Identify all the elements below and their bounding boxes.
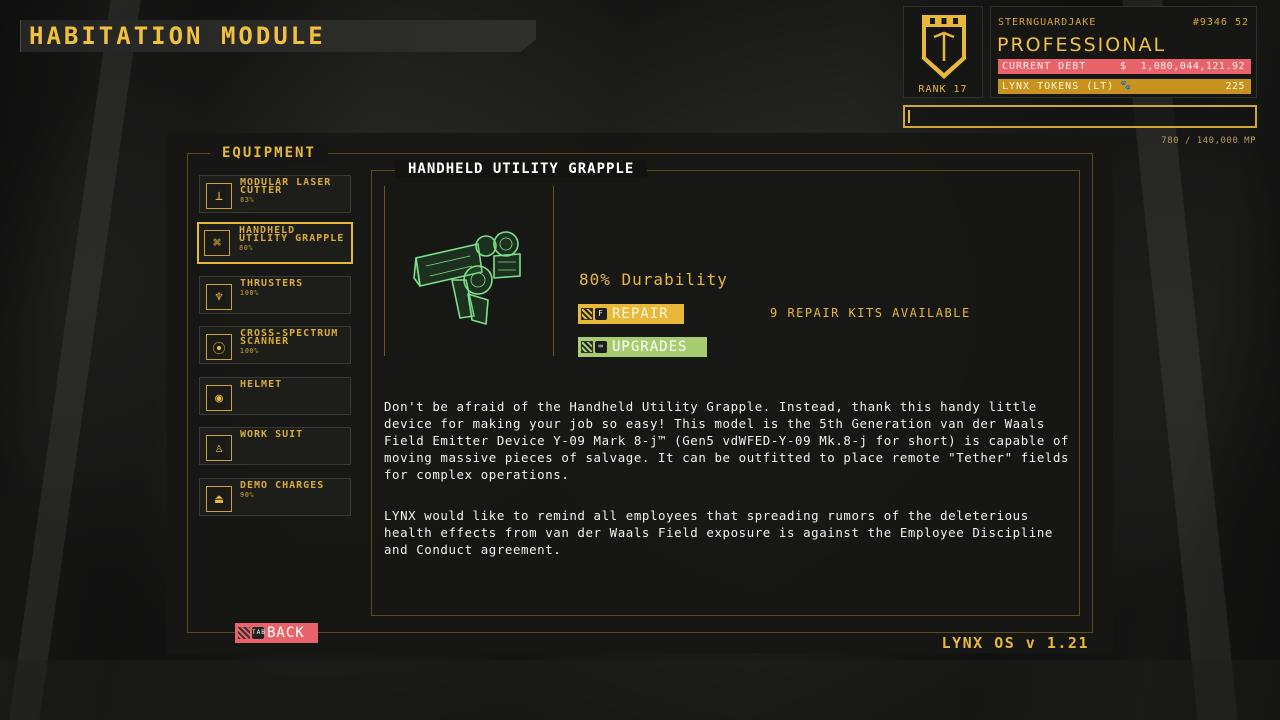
equipment-item[interactable]: ♆ THRUSTERS 100% bbox=[199, 276, 351, 314]
equipment-item-label: WORK SUIT bbox=[240, 429, 350, 440]
equipment-item[interactable]: ⏏ DEMO CHARGES 90% bbox=[199, 478, 351, 516]
item-description: Don't be afraid of the Handheld Utility … bbox=[384, 399, 1070, 482]
work-suit-icon: ♙ bbox=[206, 435, 232, 461]
scanner-icon: ⦿ bbox=[206, 334, 232, 360]
background-beam bbox=[0, 660, 1280, 720]
os-version: LYNX OS v 1.21 bbox=[941, 634, 1089, 652]
equipment-item-name: CROSS-SPECTRUM SCANNER bbox=[240, 328, 339, 347]
equipment-item-durability: 90% bbox=[240, 491, 255, 499]
mp-progress-bar bbox=[903, 105, 1257, 128]
equipment-item[interactable]: ◉ HELMET bbox=[199, 377, 351, 415]
equipment-item-durability: 100% bbox=[240, 289, 259, 297]
tokens-value: 225 bbox=[1225, 81, 1245, 92]
helmet-icon: ◉ bbox=[206, 385, 232, 411]
equipment-heading: EQUIPMENT bbox=[210, 143, 328, 163]
lynx-tokens-row: LYNX TOKENS (LT) 🐾 225 bbox=[998, 79, 1251, 94]
module-title-bar: HABITATION MODULE bbox=[20, 20, 536, 52]
equipment-item-name: THRUSTERS bbox=[240, 278, 304, 289]
controller-glyph-icon bbox=[581, 341, 593, 353]
upgrades-button[interactable]: ⌨ UPGRADES bbox=[578, 337, 707, 357]
paw-icon: 🐾 bbox=[1120, 81, 1132, 91]
controller-glyph-icon bbox=[238, 627, 250, 639]
item-disclaimer: LYNX would like to remind all employees … bbox=[384, 508, 1053, 557]
equipment-item-label: DEMO CHARGES 90% bbox=[240, 480, 350, 500]
module-title: HABITATION MODULE bbox=[29, 22, 326, 50]
controller-glyph-icon bbox=[581, 308, 593, 320]
upgrades-label: UPGRADES bbox=[612, 339, 688, 355]
user-id: #9346 52 bbox=[1192, 17, 1249, 28]
equipment-item[interactable]: ⌘ HANDHELD UTILITY GRAPPLE 80% bbox=[197, 222, 353, 264]
rank-label: RANK 17 bbox=[918, 84, 968, 95]
mp-progress-text: 780 / 140,000 MP bbox=[1161, 136, 1256, 146]
repair-kits-count: 9 REPAIR KITS AVAILABLE bbox=[770, 306, 971, 320]
equipment-item-name: HANDHELD UTILITY GRAPPLE bbox=[239, 225, 345, 244]
equipment-item-name: WORK SUIT bbox=[240, 429, 304, 440]
equipment-item[interactable]: ⊥ MODULAR LASER CUTTER 83% bbox=[199, 175, 351, 213]
durability-text: 80% Durability bbox=[579, 270, 728, 289]
rank-badge-icon bbox=[922, 15, 966, 79]
repair-button[interactable]: F REPAIR bbox=[578, 304, 684, 324]
equipment-item-label: HANDHELD UTILITY GRAPPLE 80% bbox=[239, 225, 349, 253]
equipment-item-label: MODULAR LASER CUTTER 83% bbox=[240, 177, 350, 205]
debt-value: 1,080,044,121.92 bbox=[1140, 61, 1245, 72]
equipment-item-name: DEMO CHARGES bbox=[240, 480, 325, 491]
grapple-icon: ⌘ bbox=[204, 230, 230, 256]
equipment-item-durability: 80% bbox=[239, 244, 254, 252]
demo-charges-icon: ⏏ bbox=[206, 486, 232, 512]
repair-key-icon: F bbox=[595, 308, 607, 320]
grapple-hologram-icon bbox=[413, 231, 521, 325]
equipment-item-label: HELMET bbox=[240, 379, 350, 390]
back-key-icon: TAB bbox=[252, 627, 265, 639]
back-button[interactable]: TAB BACK bbox=[235, 623, 318, 643]
repair-label: REPAIR bbox=[612, 306, 669, 322]
background-beam bbox=[9, 0, 141, 720]
mp-progress-fill bbox=[908, 110, 910, 123]
equipment-item-name: HELMET bbox=[240, 379, 283, 390]
user-title: PROFESSIONAL bbox=[997, 34, 1167, 56]
equipment-item-name: MODULAR LASER CUTTER bbox=[240, 177, 332, 196]
debt-label: CURRENT DEBT bbox=[1002, 61, 1087, 72]
back-label: BACK bbox=[267, 625, 305, 641]
equipment-item-durability: 83% bbox=[240, 196, 255, 204]
laser-cutter-icon: ⊥ bbox=[206, 183, 232, 209]
equipment-item[interactable]: ♙ WORK SUIT bbox=[199, 427, 351, 465]
detail-heading: HANDHELD UTILITY GRAPPLE bbox=[395, 160, 648, 178]
username: STERNGUARDJAKE bbox=[998, 17, 1097, 28]
equipment-item-durability: 100% bbox=[240, 347, 259, 355]
thrusters-icon: ♆ bbox=[206, 284, 232, 310]
upgrades-key-icon: ⌨ bbox=[595, 341, 607, 353]
profile-info: STERNGUARDJAKE #9346 52 PROFESSIONAL CUR… bbox=[990, 6, 1257, 98]
rank-box: RANK 17 bbox=[903, 6, 983, 98]
current-debt-row: CURRENT DEBT $ 1,080,044,121.92 bbox=[998, 59, 1251, 74]
tokens-label: LYNX TOKENS (LT) bbox=[1002, 81, 1115, 92]
equipment-item[interactable]: ⦿ CROSS-SPECTRUM SCANNER 100% bbox=[199, 326, 351, 364]
equipment-item-label: THRUSTERS 100% bbox=[240, 278, 350, 298]
equipment-item-label: CROSS-SPECTRUM SCANNER 100% bbox=[240, 328, 350, 356]
dollar-icon: $ bbox=[1120, 61, 1127, 72]
